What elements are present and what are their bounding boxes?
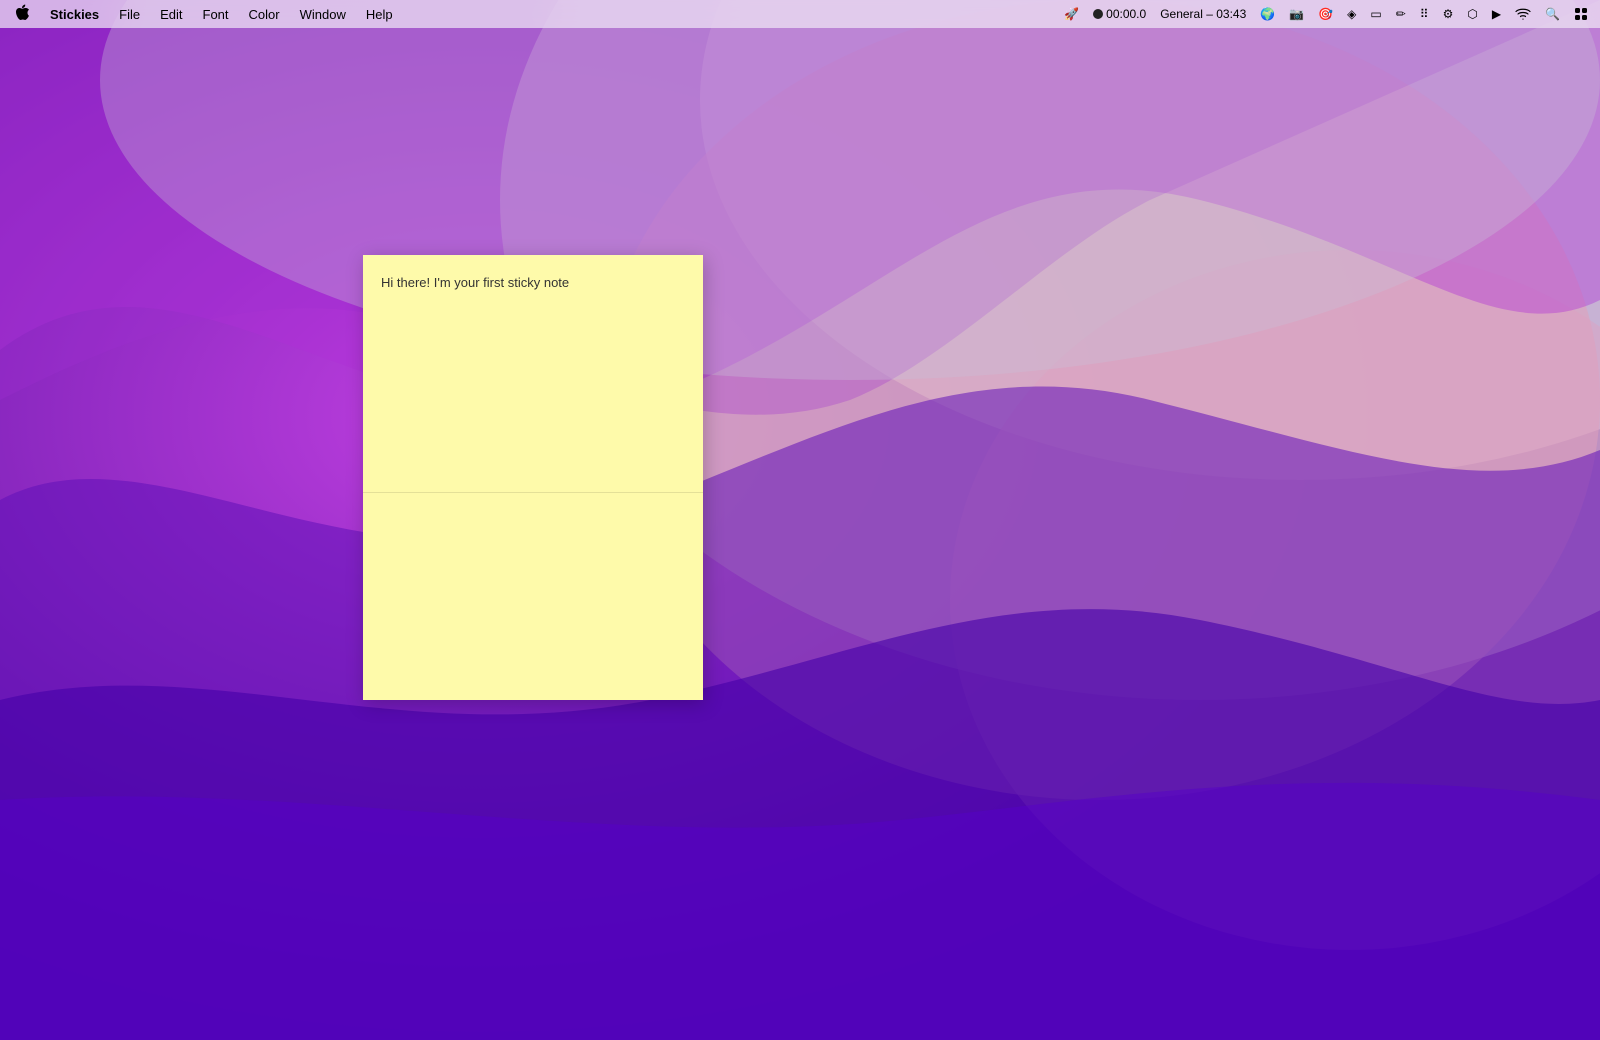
tools-icon[interactable]: ⚙ bbox=[1439, 5, 1458, 23]
rocket-icon[interactable]: 🚀 bbox=[1060, 5, 1083, 23]
bluetooth-icon[interactable]: ⬡ bbox=[1463, 5, 1481, 23]
display-icon[interactable]: ▭ bbox=[1366, 5, 1385, 23]
annotate-icon[interactable]: ✏ bbox=[1392, 5, 1410, 23]
menubar-left: Stickies File Edit Font Color Window Hel… bbox=[8, 2, 1060, 27]
menu-window[interactable]: Window bbox=[292, 5, 354, 24]
wifi-icon[interactable] bbox=[1511, 6, 1535, 22]
recording-indicator[interactable]: 00:00.0 bbox=[1089, 5, 1150, 23]
menu-edit[interactable]: Edit bbox=[152, 5, 190, 24]
layers-icon[interactable]: ◈ bbox=[1343, 5, 1360, 23]
menu-font[interactable]: Font bbox=[195, 5, 237, 24]
desktop: Stickies File Edit Font Color Window Hel… bbox=[0, 0, 1600, 1040]
app-name[interactable]: Stickies bbox=[42, 5, 107, 24]
apple-menu[interactable] bbox=[8, 2, 38, 27]
search-icon[interactable]: 🔍 bbox=[1541, 5, 1564, 23]
capture-icon[interactable]: 📷 bbox=[1285, 5, 1308, 23]
camera-icon[interactable]: 🎯 bbox=[1314, 5, 1337, 23]
recording-time: 00:00.0 bbox=[1106, 7, 1146, 21]
recording-dot bbox=[1093, 9, 1103, 19]
controlcenter-icon[interactable] bbox=[1570, 5, 1592, 23]
sticky-note-content[interactable]: Hi there! I'm your first sticky note bbox=[363, 255, 703, 493]
menubar: Stickies File Edit Font Color Window Hel… bbox=[0, 0, 1600, 28]
wallpaper bbox=[0, 0, 1600, 1040]
sticky-note-text: Hi there! I'm your first sticky note bbox=[381, 275, 569, 290]
menubar-right: 🚀 00:00.0 General – 03:43 🌍 📷 🎯 ◈ ▭ ✏ ⠿ … bbox=[1060, 5, 1592, 23]
sticky-note-lower[interactable] bbox=[363, 493, 703, 700]
menu-help[interactable]: Help bbox=[358, 5, 401, 24]
menu-file[interactable]: File bbox=[111, 5, 148, 24]
sticky-note[interactable]: Hi there! I'm your first sticky note bbox=[363, 255, 703, 700]
play-icon[interactable]: ▶ bbox=[1488, 5, 1505, 23]
clock-display: General – 03:43 bbox=[1156, 5, 1250, 23]
grid-icon[interactable]: ⠿ bbox=[1416, 5, 1433, 23]
globe-icon[interactable]: 🌍 bbox=[1256, 5, 1279, 23]
menu-color[interactable]: Color bbox=[241, 5, 288, 24]
